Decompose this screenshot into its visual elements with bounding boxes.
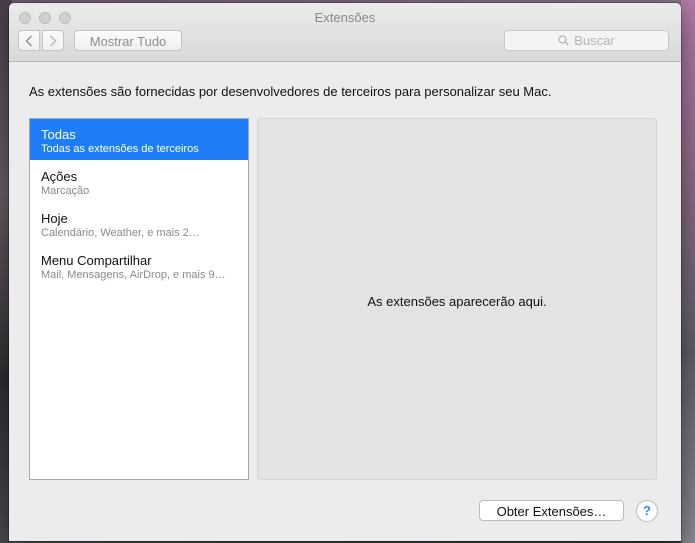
show-all-button[interactable]: Mostrar Tudo: [74, 30, 182, 51]
description-text: As extensões são fornecidas por desenvol…: [29, 84, 552, 99]
desktop-background-right: [681, 0, 695, 543]
help-button[interactable]: ?: [636, 500, 658, 522]
list-item-title: Hoje: [41, 211, 68, 226]
list-item-subtitle: Todas as extensões de terceiros: [41, 143, 199, 155]
extension-category-list: Todas Todas as extensões de terceiros Aç…: [29, 118, 249, 480]
search-placeholder: Buscar: [574, 33, 615, 48]
list-item-title: Todas: [41, 127, 76, 142]
list-item-todas[interactable]: Todas Todas as extensões de terceiros: [30, 119, 248, 160]
list-item-subtitle: Marcação: [41, 185, 90, 197]
chevron-right-icon: [49, 35, 57, 47]
search-field[interactable]: Buscar: [504, 30, 669, 51]
title-bar: Extensões Mostrar Tudo Buscar: [9, 3, 681, 62]
list-item-acoes[interactable]: Ações Marcação: [30, 161, 248, 202]
get-extensions-button[interactable]: Obter Extensões…: [479, 500, 624, 521]
list-item-subtitle: Mail, Mensagens, AirDrop, e mais 9…: [41, 269, 226, 281]
empty-state-message: As extensões aparecerão aqui.: [367, 294, 547, 309]
list-item-hoje[interactable]: Hoje Calendário, Weather, e mais 2…: [30, 203, 248, 244]
list-item-title: Menu Compartilhar: [41, 253, 152, 268]
preferences-window: Extensões Mostrar Tudo Buscar As extensõ…: [9, 3, 681, 541]
window-title: Extensões: [314, 10, 376, 25]
list-item-menu-compartilhar[interactable]: Menu Compartilhar Mail, Mensagens, AirDr…: [30, 245, 248, 286]
list-item-subtitle: Calendário, Weather, e mais 2…: [41, 227, 200, 239]
back-button[interactable]: [18, 30, 40, 51]
extension-detail-pane: As extensões aparecerão aqui.: [257, 118, 657, 480]
chevron-left-icon: [25, 35, 33, 47]
question-mark-icon: ?: [643, 503, 651, 518]
forward-button[interactable]: [42, 30, 64, 51]
search-icon: [558, 35, 569, 46]
list-item-title: Ações: [41, 169, 78, 184]
